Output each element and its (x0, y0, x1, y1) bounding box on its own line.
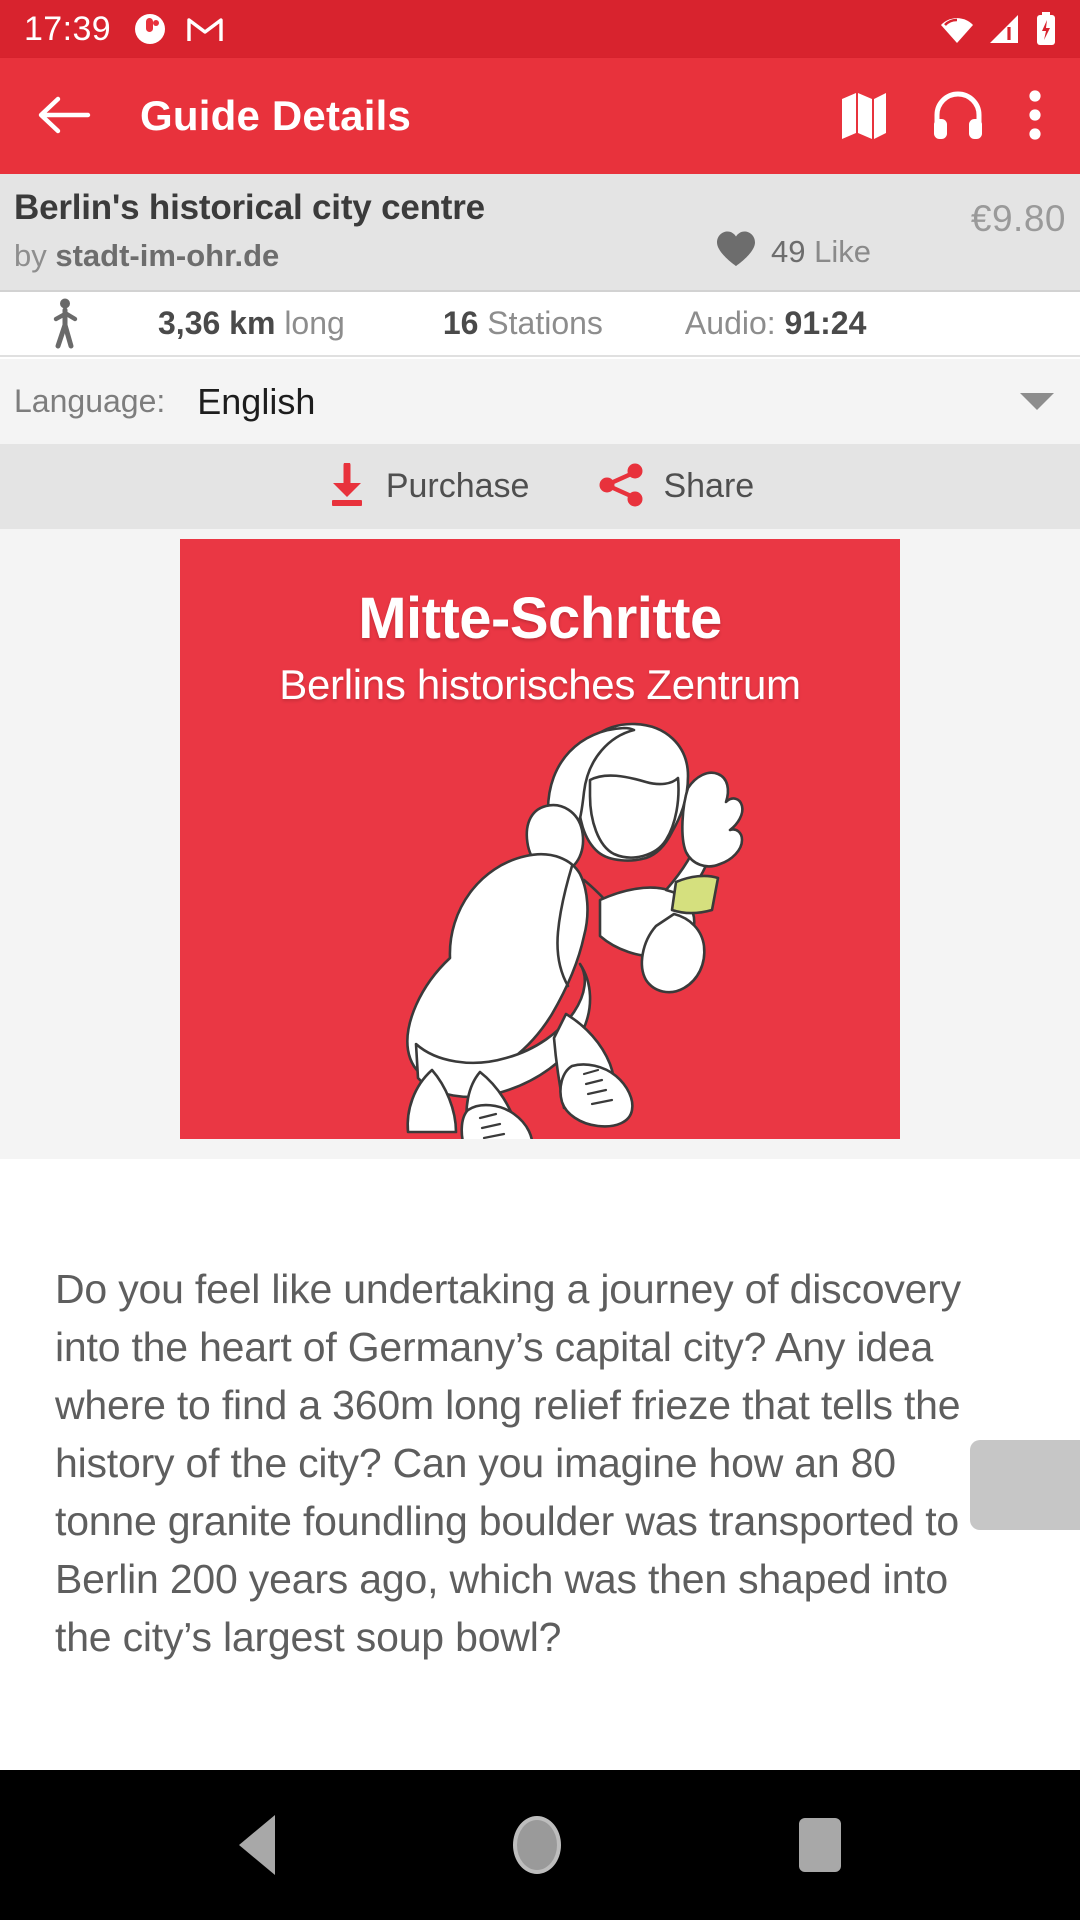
wifi-icon (938, 13, 976, 45)
home-circle-icon (513, 1816, 561, 1874)
like-count-value: 49 (771, 233, 806, 269)
guide-author: by stadt-im-ohr.de (14, 238, 279, 274)
language-value: English (197, 380, 316, 422)
overflow-menu-icon (1028, 89, 1042, 144)
like-label: Like (814, 233, 871, 269)
stat-stations-label: Stations (487, 305, 603, 341)
status-bar: 17:39 (0, 0, 1080, 58)
cover-title: Mitte-Schritte (358, 586, 722, 651)
guide-price: €9.80 (970, 198, 1066, 239)
back-button[interactable] (36, 91, 92, 142)
nav-home-button[interactable] (513, 1816, 561, 1874)
stat-stations: 16 Stations (443, 305, 603, 342)
arrow-left-icon (36, 91, 92, 142)
walking-person-icon (0, 298, 130, 350)
stat-distance-value: 3,36 km (158, 305, 276, 341)
action-row: Purchase Share (0, 444, 1080, 529)
stat-stations-value: 16 (442, 305, 479, 341)
guide-info-header: Berlin's historical city centre by stadt… (0, 174, 1080, 290)
map-icon (840, 89, 888, 144)
stat-audio-label: Audio: (684, 305, 776, 341)
battery-charging-icon (1034, 12, 1058, 46)
purchase-label: Purchase (385, 467, 530, 505)
recents-square-icon (799, 1818, 841, 1872)
back-triangle-icon (239, 1815, 275, 1875)
share-button[interactable]: Share (599, 463, 754, 510)
guide-cover-image[interactable]: Mitte-Schritte Berlins historisches Zent… (180, 539, 900, 1139)
overflow-menu-button[interactable] (1028, 89, 1042, 144)
purchase-button[interactable]: Purchase (326, 461, 530, 510)
heart-icon (715, 230, 757, 273)
stat-distance-label: long (284, 305, 345, 341)
page-title: Guide Details (140, 92, 412, 139)
status-notification-icons (133, 12, 223, 46)
like-count: 49 Like (771, 234, 871, 270)
app-bar: Guide Details (0, 58, 1080, 174)
gmail-icon (187, 15, 223, 43)
stat-audio: Audio: 91:24 (685, 305, 866, 342)
status-system-icons (938, 12, 1058, 46)
share-icon (599, 463, 645, 510)
description-text: Do you feel like undertaking a journey o… (55, 1266, 961, 1660)
app-bar-actions (840, 89, 1054, 144)
cover-subtitle: Berlins historisches Zentrum (279, 661, 801, 708)
guide-author-prefix: by (14, 238, 56, 273)
chevron-down-icon[interactable] (1020, 393, 1054, 410)
crouching-person-with-headphones-illustration (406, 722, 744, 1139)
description-section[interactable]: Do you feel like undertaking a journey o… (0, 1159, 1080, 1779)
nav-recents-button[interactable] (799, 1818, 841, 1872)
clock-app-icon (133, 12, 167, 46)
phone-screen: 17:39 Guide Details Berlin's historical … (0, 0, 1080, 1920)
scrollbar-thumb[interactable] (970, 1440, 1080, 1530)
guide-stats-row: 3,36 km long 16 Stations Audio: 91:24 (0, 290, 1080, 357)
android-navigation-bar (0, 1770, 1080, 1920)
guide-title: Berlin's historical city centre (14, 188, 485, 227)
guide-author-name: stadt-im-ohr.de (55, 238, 280, 273)
cover-image-zone: Mitte-Schritte Berlins historisches Zent… (0, 529, 1080, 1159)
share-label: Share (663, 467, 755, 505)
cellular-signal-icon (988, 13, 1022, 45)
like-button[interactable]: 49 Like (715, 230, 871, 273)
status-time: 17:39 (24, 10, 112, 48)
audio-button[interactable] (932, 90, 984, 143)
download-icon (326, 461, 368, 510)
stat-audio-value: 91:24 (784, 305, 867, 341)
nav-back-button[interactable] (239, 1815, 275, 1875)
stat-distance: 3,36 km long (158, 305, 345, 342)
language-label: Language: (14, 383, 166, 419)
map-button[interactable] (840, 89, 888, 144)
language-selector[interactable]: Language: English (0, 359, 1080, 444)
headphones-icon (932, 90, 984, 143)
